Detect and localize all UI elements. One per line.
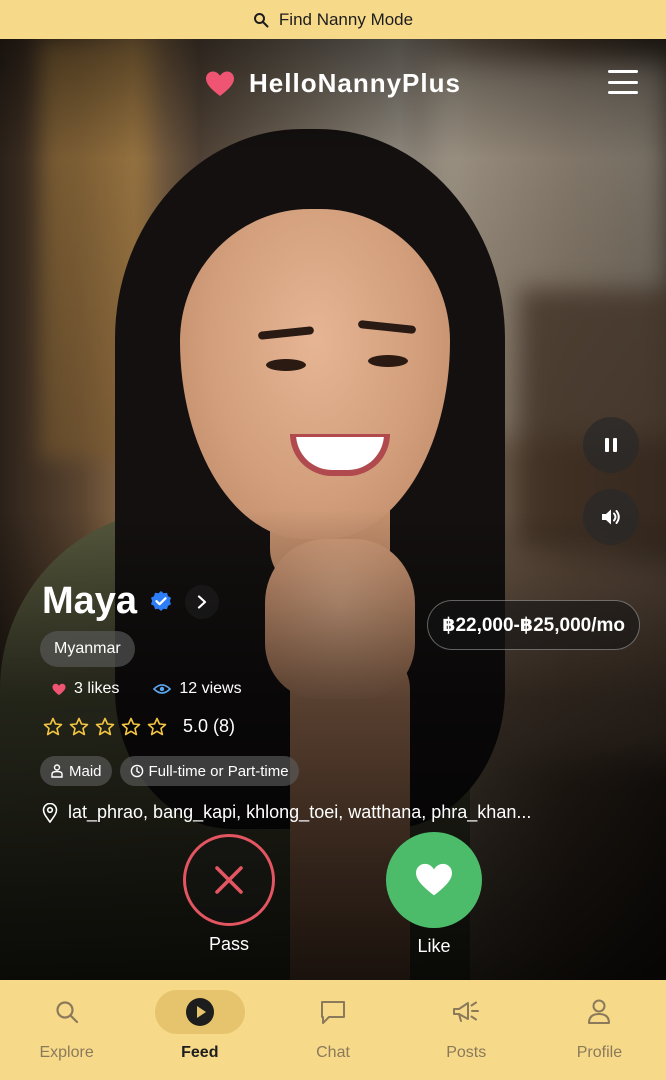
nav-chat[interactable]: Chat bbox=[266, 980, 399, 1080]
pause-icon bbox=[605, 438, 617, 452]
nav-label: Feed bbox=[181, 1044, 219, 1061]
pass-button[interactable] bbox=[183, 834, 275, 926]
stats-row: 3 likes 12 views bbox=[52, 680, 242, 698]
views-count: 12 views bbox=[179, 680, 242, 697]
profile-details-button[interactable] bbox=[185, 584, 220, 619]
star-icon bbox=[43, 717, 63, 735]
location-row: lat_phrao, bang_kapi, khlong_toei, watth… bbox=[42, 802, 632, 823]
brand-header: HelloNannyPlus bbox=[0, 68, 666, 99]
likes-stat: 3 likes bbox=[52, 680, 119, 698]
tag-maid: Maid bbox=[40, 756, 112, 786]
bottom-nav: Explore Feed Chat Posts Profile bbox=[0, 980, 666, 1080]
verified-badge-icon bbox=[151, 590, 172, 611]
user-icon bbox=[588, 999, 611, 1024]
pass-label: Pass bbox=[208, 934, 250, 954]
chevron-right-icon bbox=[197, 594, 207, 609]
clock-icon bbox=[130, 764, 143, 778]
nanny-name: Maya bbox=[42, 580, 138, 622]
star-icon bbox=[95, 717, 115, 735]
star-icon bbox=[69, 717, 89, 735]
nav-label: Chat bbox=[316, 1044, 350, 1061]
tags-row: Maid Full-time or Part-time bbox=[40, 756, 299, 786]
mode-label: Find Nanny Mode bbox=[278, 9, 414, 29]
like-action[interactable]: Like bbox=[386, 832, 482, 957]
person-icon bbox=[51, 764, 63, 778]
salary-badge: ฿22,000-฿25,000/mo bbox=[427, 600, 640, 650]
heart-icon bbox=[52, 683, 66, 695]
find-nanny-mode-bar[interactable]: Find Nanny Mode bbox=[0, 0, 666, 39]
country-chip: Myanmar bbox=[40, 631, 135, 667]
nav-label: Profile bbox=[576, 1044, 623, 1061]
pause-button[interactable] bbox=[583, 417, 639, 473]
search-icon bbox=[253, 12, 269, 27]
profile-photo[interactable] bbox=[0, 39, 666, 980]
hamburger-menu-icon[interactable] bbox=[608, 70, 638, 94]
heart-icon bbox=[416, 863, 452, 896]
brand-name: HelloNannyPlus bbox=[249, 68, 461, 98]
heart-icon bbox=[206, 71, 235, 96]
like-label: Like bbox=[417, 936, 451, 956]
views-stat: 12 views bbox=[153, 680, 242, 698]
nav-label: Posts bbox=[446, 1044, 487, 1061]
chat-bubble-icon bbox=[321, 1001, 345, 1024]
tag-label: Full-time or Part-time bbox=[148, 762, 289, 780]
likes-count: 3 likes bbox=[74, 680, 120, 697]
nav-profile[interactable]: Profile bbox=[533, 980, 666, 1080]
tag-label: Maid bbox=[69, 762, 102, 780]
pass-action[interactable]: Pass bbox=[183, 834, 275, 955]
volume-button[interactable] bbox=[583, 489, 639, 545]
megaphone-icon bbox=[453, 1001, 480, 1022]
star-icon bbox=[121, 717, 141, 735]
rating-row: 5.0 (8) bbox=[43, 716, 235, 737]
name-row: Maya bbox=[42, 580, 220, 623]
nav-posts[interactable]: Posts bbox=[400, 980, 533, 1080]
nav-explore[interactable]: Explore bbox=[0, 980, 133, 1080]
nav-label: Explore bbox=[39, 1044, 94, 1061]
rating-score: 5.0 (8) bbox=[183, 716, 236, 736]
nav-feed[interactable]: Feed bbox=[133, 980, 266, 1080]
map-pin-icon bbox=[42, 802, 58, 823]
eye-icon bbox=[153, 684, 172, 694]
app-root: Find Nanny Mode HelloNannyPlus Maya ฿22,… bbox=[0, 0, 666, 1080]
star-icon bbox=[147, 717, 167, 735]
tag-employment-type: Full-time or Part-time bbox=[119, 756, 299, 786]
search-icon bbox=[55, 1001, 78, 1024]
volume-icon bbox=[602, 509, 620, 525]
like-button[interactable] bbox=[386, 832, 482, 928]
location-text: lat_phrao, bang_kapi, khlong_toei, watth… bbox=[68, 802, 532, 822]
play-icon bbox=[185, 998, 214, 1026]
close-icon bbox=[215, 866, 243, 894]
